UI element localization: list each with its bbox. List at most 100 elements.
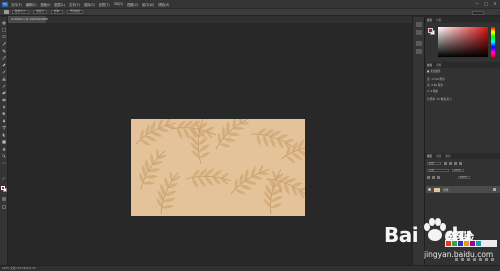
maximize-button[interactable]: □ [483, 1, 489, 6]
filter-adjust-icon[interactable] [449, 161, 452, 165]
menu-view[interactable]: 视图(V) [127, 2, 138, 7]
menu-bar: Ps 文件(F) 编辑(E) 图像(I) 图层(L) 文字(Y) 选择(S) 滤… [0, 0, 500, 8]
adjustment-layer-icon[interactable] [473, 258, 476, 261]
layer-blend-bar: 正常 100% [427, 168, 499, 172]
lock-pixels-icon[interactable] [427, 175, 430, 179]
menu-image[interactable]: 图像(I) [41, 2, 51, 7]
eyedropper-icon[interactable] [4, 10, 9, 14]
layer-thumbnail [434, 187, 440, 192]
properties-width: 宽: 17.64 厘米 [427, 78, 445, 81]
sample-layers-select[interactable]: 所有图层 [67, 10, 84, 14]
leaf-pattern-image [131, 119, 305, 216]
layer-row-background[interactable]: 背景 [426, 186, 500, 193]
zoom-icon[interactable] [2, 154, 6, 158]
quick-select-icon[interactable] [2, 42, 6, 46]
panel-dock: 颜色 色板 属性 调整 ■ 文档属性 宽: 17.64 厘米 高: 9.89 厘… [424, 17, 500, 265]
gradient-icon[interactable] [2, 98, 6, 102]
tab-adjustments[interactable]: 调整 [436, 63, 441, 67]
workspace-select[interactable] [472, 11, 484, 15]
foreground-color-swatch[interactable] [1, 186, 5, 190]
tab-properties[interactable]: 属性 [427, 63, 432, 67]
tab-layers[interactable]: 图层 [427, 154, 432, 158]
swap-icon[interactable] [2, 177, 6, 181]
blur-icon[interactable] [2, 105, 6, 109]
document-canvas[interactable] [131, 119, 305, 216]
marquee-icon[interactable] [2, 28, 6, 32]
menu-type[interactable]: 文字(Y) [69, 2, 80, 7]
quick-mask-icon[interactable] [2, 197, 6, 201]
pen-icon[interactable] [2, 119, 6, 123]
more-icon[interactable] [2, 161, 6, 165]
menu-help[interactable]: 帮助(H) [158, 2, 169, 7]
menu-layer[interactable]: 图层(L) [54, 2, 65, 7]
blend-mode-select[interactable]: 正常 [427, 168, 449, 172]
menu-window[interactable]: 窗口(W) [142, 2, 154, 7]
eraser-icon[interactable] [2, 91, 6, 95]
color-panel-foreground-swatch[interactable] [428, 28, 433, 33]
filter-shape-icon[interactable] [459, 161, 462, 165]
layer-filter-bar: 类型 [427, 161, 499, 165]
fill-field[interactable]: 100% [458, 175, 470, 179]
document-tab[interactable]: Untitled-1 @ 100%(RGB/8) [8, 16, 48, 23]
screen-mode-icon[interactable] [2, 205, 6, 209]
crop-icon[interactable] [2, 49, 6, 53]
lock-all-icon[interactable] [437, 175, 440, 179]
stamp-icon[interactable] [2, 77, 6, 81]
history-panel-icon[interactable] [416, 22, 422, 27]
opacity-field[interactable]: 100% [452, 168, 464, 172]
link-layers-icon[interactable] [455, 258, 458, 261]
shape-icon[interactable] [2, 140, 6, 144]
filter-type-icon[interactable] [454, 161, 457, 165]
mask-icon[interactable] [467, 258, 470, 261]
minimize-button[interactable]: — [474, 1, 480, 6]
fx-icon[interactable] [461, 258, 464, 261]
lock-position-icon[interactable] [432, 175, 435, 179]
eyedropper-icon[interactable] [2, 56, 6, 60]
type-icon[interactable] [2, 126, 6, 130]
history-brush-icon[interactable] [2, 84, 6, 88]
properties-x: X: 0 像素 [427, 90, 439, 93]
visibility-eye-icon[interactable] [428, 188, 431, 191]
properties-height: 高: 9.89 厘米 [427, 84, 444, 87]
brush-icon[interactable] [2, 70, 6, 74]
tab-paths[interactable]: 路径 [445, 154, 450, 158]
document-tab-row [8, 16, 412, 23]
layers-panel-tabs: 图层 通道 路径 [425, 153, 500, 159]
hue-slider[interactable] [491, 27, 495, 57]
tab-color[interactable]: 颜色 [427, 18, 432, 22]
layer-lock-bar: 100% [427, 175, 499, 179]
filter-pixel-icon[interactable] [444, 161, 447, 165]
canvas-area[interactable] [8, 23, 412, 265]
path-select-icon[interactable] [2, 133, 6, 137]
character-panel-icon[interactable] [416, 49, 422, 54]
sample-size-select[interactable]: 取样点 [33, 10, 48, 14]
menu-filter[interactable]: 滤镜(T) [99, 2, 110, 7]
tools-panel [0, 17, 8, 265]
sample-size-label: 取样大小: [12, 10, 30, 14]
hand-icon[interactable] [2, 147, 6, 151]
menu-3d[interactable]: 3D(D) [114, 2, 123, 6]
lasso-icon[interactable] [2, 35, 6, 39]
menu-file[interactable]: 文件(F) [11, 2, 22, 7]
paragraph-panel-icon[interactable] [416, 41, 422, 46]
menu-edit[interactable]: 编辑(E) [26, 2, 37, 7]
color-picker-field[interactable] [438, 27, 488, 57]
sample-label: 样本: [51, 10, 64, 14]
properties-resolution: 分辨率: 72 像素/英寸 [427, 98, 452, 101]
menu-select[interactable]: 选择(S) [84, 2, 95, 7]
app-logo[interactable]: Ps [2, 1, 8, 7]
move-icon[interactable] [2, 21, 6, 25]
panel-strip [412, 17, 424, 265]
tab-channels[interactable]: 通道 [436, 154, 441, 158]
close-button[interactable]: ✕ [492, 1, 498, 6]
delete-layer-icon[interactable] [491, 258, 494, 261]
tab-swatches[interactable]: 色板 [436, 18, 441, 22]
window-controls: — □ ✕ [471, 1, 498, 6]
actions-panel-icon[interactable] [416, 30, 422, 35]
dodge-icon[interactable] [2, 112, 6, 116]
healing-icon[interactable] [2, 63, 6, 67]
layer-filter-select[interactable]: 类型 [427, 161, 441, 165]
group-icon[interactable] [479, 258, 482, 261]
properties-panel-tabs: 属性 调整 [425, 62, 500, 68]
new-layer-icon[interactable] [485, 258, 488, 261]
